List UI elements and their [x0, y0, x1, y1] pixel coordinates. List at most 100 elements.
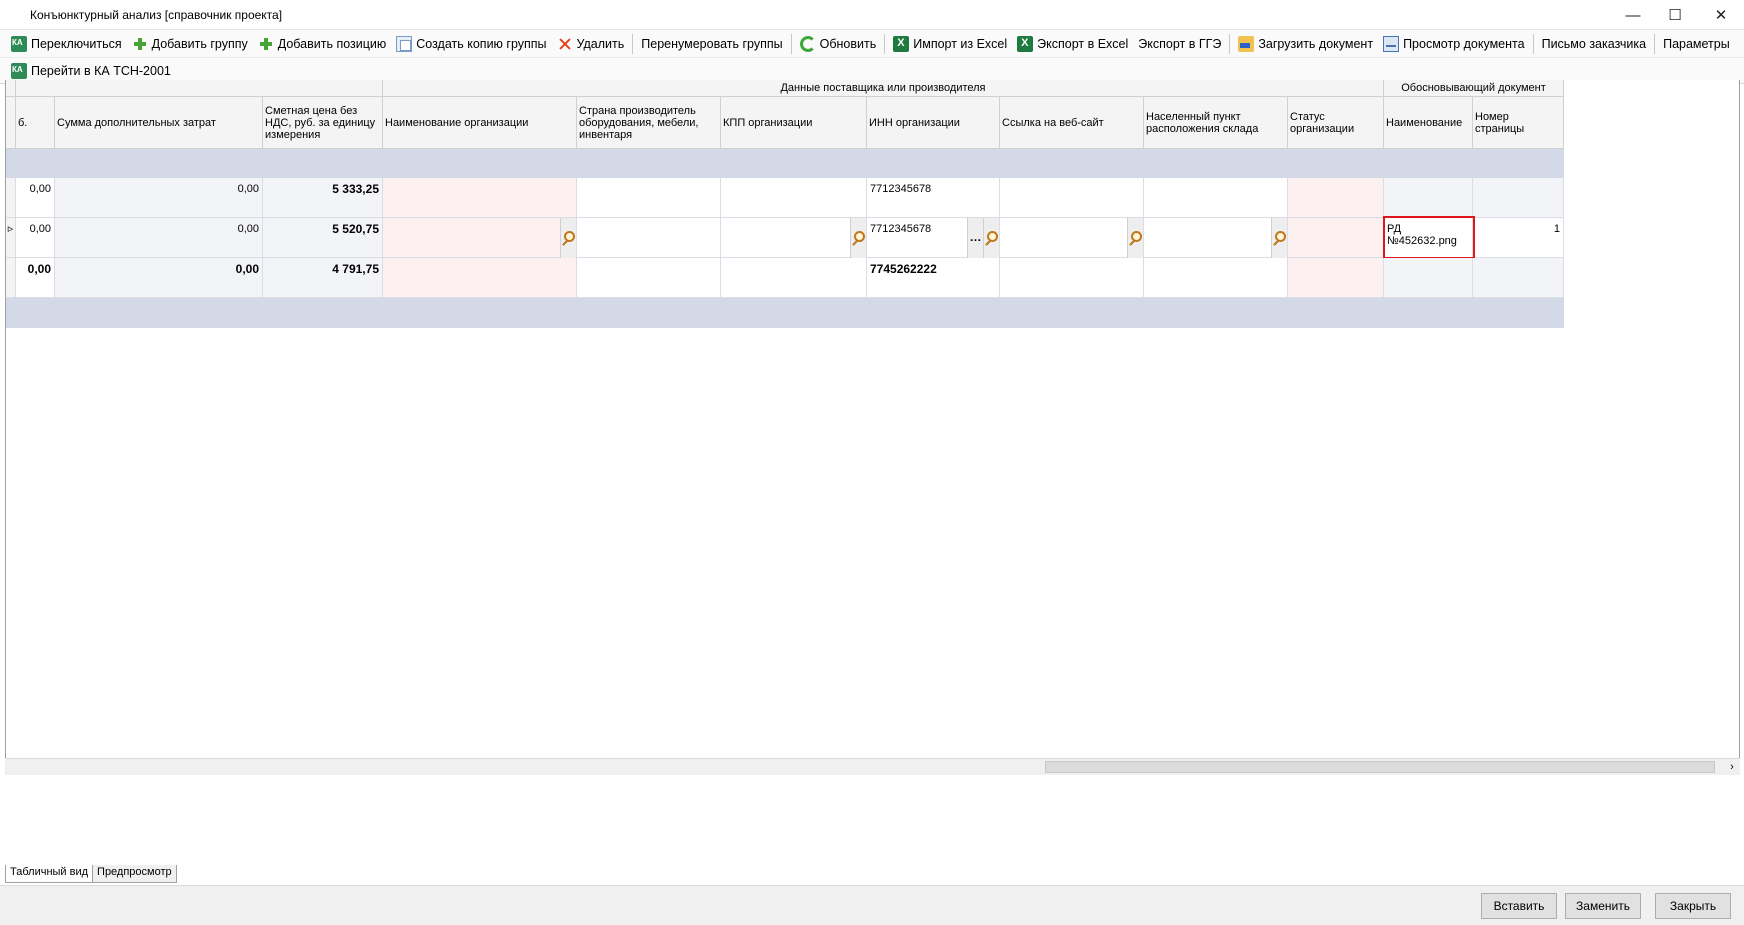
column-header-website[interactable]: Ссылка на веб-сайт [1000, 97, 1144, 149]
export-excel-button[interactable]: Экспорт в Excel [1012, 32, 1133, 56]
column-header-org-status[interactable]: Статус организации [1288, 97, 1384, 149]
current-row-indicator[interactable]: ▹ [6, 218, 16, 258]
doc-name-cell[interactable] [1384, 178, 1473, 218]
add-position-button[interactable]: Добавить позицию [253, 32, 392, 56]
toolbar-separator [1229, 33, 1231, 54]
website-cell[interactable] [1000, 258, 1144, 298]
column-header-doc-name[interactable]: Наименование [1384, 97, 1473, 149]
toolbar-separator [1532, 33, 1534, 54]
plus-icon [132, 36, 148, 52]
price-cell[interactable]: 5 333,25 [263, 178, 383, 218]
minimize-button[interactable]: — [1610, 0, 1656, 30]
main-toolbar: Переключиться Добавить группу Добавить п… [0, 30, 1744, 58]
view-tabs: Табличный вид Предпросмотр [5, 865, 177, 883]
extra-costs-cell[interactable]: 0,00 [55, 218, 263, 258]
group-row[interactable] [6, 149, 1564, 178]
row-indicator[interactable] [6, 258, 16, 298]
scroll-right-icon[interactable]: › [1726, 761, 1738, 773]
price-cell[interactable]: 4 791,75 [263, 258, 383, 298]
country-cell[interactable] [577, 178, 721, 218]
toolbar-separator [790, 33, 792, 54]
org-name-cell[interactable] [383, 218, 577, 258]
lookup-kpp-icon[interactable] [850, 218, 866, 258]
load-document-button[interactable]: Загрузить документ [1233, 32, 1378, 56]
switch-button[interactable]: Переключиться [6, 32, 127, 56]
insert-button[interactable]: Вставить [1481, 893, 1557, 919]
horizontal-scrollbar[interactable]: › [5, 758, 1740, 775]
close-window-button[interactable]: ✕ [1698, 0, 1744, 30]
lookup-inn-icon[interactable] [983, 218, 999, 258]
header-blank [16, 80, 383, 97]
add-group-button[interactable]: Добавить группу [127, 32, 253, 56]
column-header-extra-costs[interactable]: Сумма дополнительных затрат [55, 97, 263, 149]
analysis-grid: Данные поставщика или производителя Обос… [5, 80, 1740, 775]
document-view-icon [1383, 35, 1400, 52]
document-group-header: Обосновывающий документ [1384, 80, 1564, 97]
column-header-cut[interactable]: б. [16, 97, 55, 149]
folder-icon [1238, 35, 1255, 52]
org-name-cell[interactable] [383, 258, 577, 298]
row-indicator[interactable] [6, 178, 16, 218]
extra-costs-cell[interactable]: 0,00 [55, 258, 263, 298]
view-document-button[interactable]: Просмотр документа [1378, 32, 1530, 56]
lookup-org-icon[interactable] [560, 218, 576, 258]
row-indicator-header [6, 80, 16, 97]
website-cell[interactable] [1000, 178, 1144, 218]
group-footer-row[interactable] [6, 298, 1564, 328]
doc-name-cell[interactable] [1384, 258, 1473, 298]
ka-icon [11, 35, 27, 52]
org-status-cell[interactable] [1288, 218, 1384, 258]
delete-button[interactable]: Удалить [552, 32, 630, 56]
extra-costs-cell[interactable]: 0,00 [55, 178, 263, 218]
column-header-page-number[interactable]: Номер страницы [1473, 97, 1564, 149]
refresh-button[interactable]: Обновить [795, 32, 882, 56]
warehouse-city-cell[interactable] [1144, 218, 1288, 258]
inn-cell[interactable]: 7712345678 [867, 178, 1000, 218]
cut-cell[interactable]: 0,00 [16, 218, 55, 258]
kpp-cell[interactable] [721, 178, 867, 218]
title-bar: Конъюнктурный анализ [справочник проекта… [0, 0, 1744, 30]
inn-ellipsis-button[interactable]: … [967, 218, 983, 258]
import-excel-button[interactable]: Импорт из Excel [888, 32, 1012, 56]
scrollbar-thumb[interactable] [1045, 761, 1715, 773]
excel-icon [893, 35, 910, 52]
country-cell[interactable] [577, 258, 721, 298]
column-header-inn[interactable]: ИНН организации [867, 97, 1000, 149]
kpp-cell[interactable] [721, 258, 867, 298]
org-status-cell[interactable] [1288, 258, 1384, 298]
column-header-warehouse-city[interactable]: Населенный пункт расположения склада [1144, 97, 1288, 149]
warehouse-city-cell[interactable] [1144, 258, 1288, 298]
renumber-groups-button[interactable]: Перенумеровать группы [636, 32, 787, 56]
inn-cell[interactable]: 7745262222 [867, 258, 1000, 298]
cut-cell[interactable]: 0,00 [16, 178, 55, 218]
copy-group-button[interactable]: Создать копию группы [391, 32, 551, 56]
replace-button[interactable]: Заменить [1565, 893, 1641, 919]
column-header-country[interactable]: Страна производитель оборудования, мебел… [577, 97, 721, 149]
cut-cell[interactable]: 0,00 [16, 258, 55, 298]
customer-letter-button[interactable]: Письмо заказчика [1537, 32, 1652, 56]
export-gge-button[interactable]: Экспорт в ГГЭ [1133, 32, 1226, 56]
column-header-org-name[interactable]: Наименование организации [383, 97, 577, 149]
goto-ka-tsn-button[interactable]: Перейти в КА ТСН-2001 [6, 59, 176, 83]
page-number-cell[interactable] [1473, 178, 1564, 218]
lookup-city-icon[interactable] [1271, 218, 1287, 258]
parameters-button[interactable]: Параметры [1658, 32, 1735, 56]
page-number-cell[interactable] [1473, 258, 1564, 298]
org-status-cell[interactable] [1288, 178, 1384, 218]
column-header-estimate-price[interactable]: Сметная цена без НДС, руб. за единицу из… [263, 97, 383, 149]
column-header-kpp[interactable]: КПП организации [721, 97, 867, 149]
warehouse-city-cell[interactable] [1144, 178, 1288, 218]
page-number-cell[interactable]: 1 [1473, 218, 1564, 258]
price-cell[interactable]: 5 520,75 [263, 218, 383, 258]
tab-table-view[interactable]: Табличный вид [5, 865, 94, 883]
org-name-cell[interactable] [383, 178, 577, 218]
plus-icon [258, 36, 274, 52]
tab-preview[interactable]: Предпросмотр [92, 865, 177, 883]
maximize-button[interactable]: ☐ [1652, 0, 1698, 30]
website-cell[interactable] [1000, 218, 1144, 258]
lookup-website-icon[interactable] [1127, 218, 1143, 258]
country-cell[interactable] [577, 218, 721, 258]
kpp-cell[interactable] [721, 218, 867, 258]
close-button[interactable]: Закрыть [1655, 893, 1731, 919]
toolbar-separator [632, 33, 634, 54]
